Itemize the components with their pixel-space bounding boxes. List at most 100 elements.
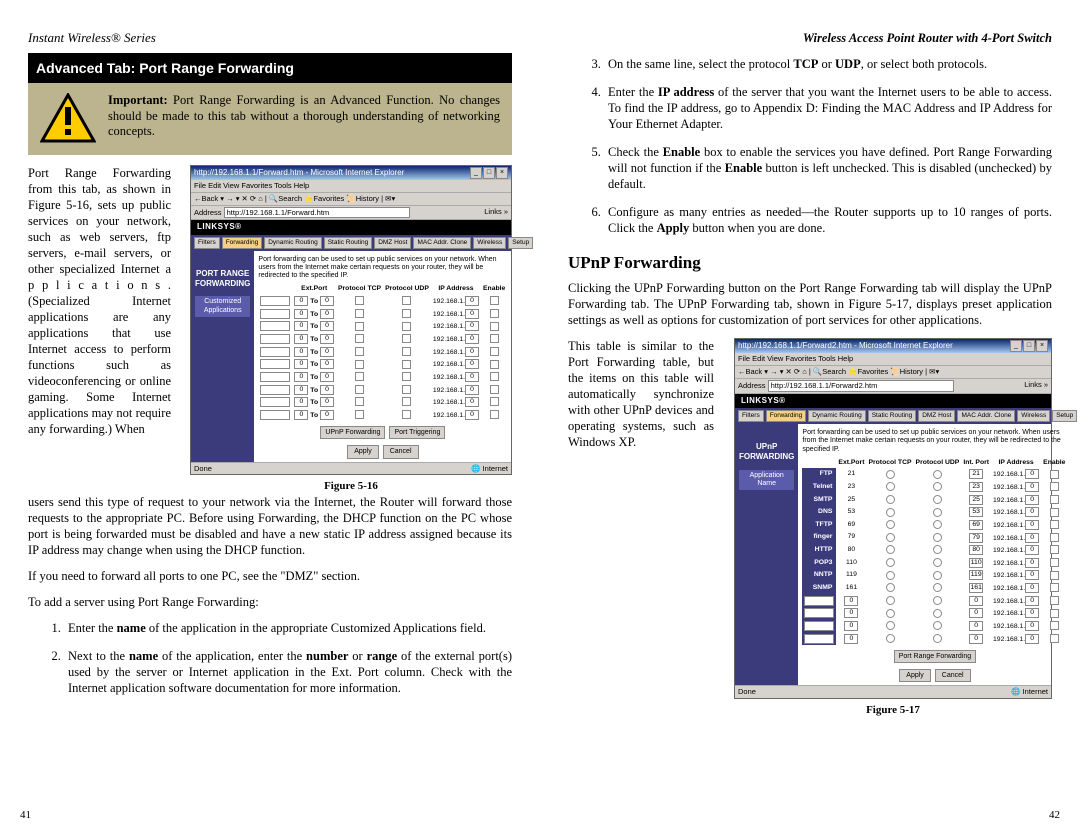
ie-toolbar[interactable]: ←Back ▾ → ▾ ✕ ⟳ ⌂ | 🔍Search ⭐Favorites 📜… — [735, 366, 1051, 379]
tcp-radio[interactable] — [886, 558, 895, 567]
tcp-checkbox[interactable] — [355, 410, 364, 419]
udp-radio[interactable] — [933, 533, 942, 542]
int-port-input[interactable]: 0 — [969, 634, 983, 644]
udp-checkbox[interactable] — [402, 322, 411, 331]
udp-radio[interactable] — [933, 596, 942, 605]
router-tab[interactable]: Filters — [738, 410, 764, 422]
udp-checkbox[interactable] — [402, 410, 411, 419]
int-port-input[interactable]: 161 — [969, 583, 983, 593]
app-name-input[interactable] — [260, 309, 290, 319]
cancel-button[interactable]: Cancel — [383, 445, 419, 458]
enable-checkbox[interactable] — [1050, 596, 1059, 605]
ip-suffix-input[interactable]: 0 — [465, 309, 479, 319]
tcp-checkbox[interactable] — [355, 347, 364, 356]
tcp-radio[interactable] — [886, 609, 895, 618]
app-name-input[interactable] — [260, 410, 290, 420]
tcp-radio[interactable] — [886, 634, 895, 643]
router-tab[interactable]: Forwarding — [222, 237, 263, 249]
ext-port-to[interactable]: 0 — [320, 410, 334, 420]
enable-checkbox[interactable] — [1050, 571, 1059, 580]
tcp-checkbox[interactable] — [355, 385, 364, 394]
udp-radio[interactable] — [933, 609, 942, 618]
router-tab[interactable]: Setup — [1052, 410, 1077, 422]
int-port-input[interactable]: 79 — [969, 533, 983, 543]
apply-button[interactable]: Apply — [347, 445, 379, 458]
ie-toolbar[interactable]: ←Back ▾ → ▾ ✕ ⟳ ⌂ | 🔍Search ⭐Favorites 📜… — [191, 193, 511, 206]
tcp-radio[interactable] — [886, 596, 895, 605]
address-input[interactable]: http://192.168.1.1/Forward2.htm — [768, 380, 954, 392]
int-port-input[interactable]: 25 — [969, 495, 983, 505]
app-name-input[interactable] — [804, 621, 834, 631]
tcp-radio[interactable] — [886, 545, 895, 554]
ip-suffix-input[interactable]: 0 — [1025, 608, 1039, 618]
udp-radio[interactable] — [933, 495, 942, 504]
udp-radio[interactable] — [933, 482, 942, 491]
minimize-icon[interactable]: _ — [1010, 340, 1022, 352]
router-tab[interactable]: Forwarding — [766, 410, 807, 422]
tcp-checkbox[interactable] — [355, 397, 364, 406]
enable-checkbox[interactable] — [490, 372, 499, 381]
int-port-input[interactable]: 110 — [969, 558, 983, 568]
udp-radio[interactable] — [933, 470, 942, 479]
ip-suffix-input[interactable]: 0 — [1025, 469, 1039, 479]
ext-port-from[interactable]: 0 — [294, 309, 308, 319]
ext-port-from[interactable]: 0 — [294, 296, 308, 306]
enable-checkbox[interactable] — [490, 296, 499, 305]
app-name-input[interactable] — [804, 596, 834, 606]
enable-checkbox[interactable] — [490, 397, 499, 406]
ext-port-to[interactable]: 0 — [320, 347, 334, 357]
ext-port-from[interactable]: 0 — [294, 372, 308, 382]
int-port-input[interactable]: 0 — [969, 621, 983, 631]
ext-port-from[interactable]: 0 — [294, 321, 308, 331]
router-tab[interactable]: Static Routing — [324, 237, 372, 249]
udp-radio[interactable] — [933, 621, 942, 630]
udp-checkbox[interactable] — [402, 372, 411, 381]
router-tab[interactable]: Dynamic Routing — [264, 237, 322, 249]
enable-checkbox[interactable] — [490, 334, 499, 343]
int-port-input[interactable]: 23 — [969, 482, 983, 492]
ext-port-from[interactable]: 0 — [294, 397, 308, 407]
enable-checkbox[interactable] — [490, 309, 499, 318]
ip-suffix-input[interactable]: 0 — [1025, 596, 1039, 606]
enable-checkbox[interactable] — [1050, 609, 1059, 618]
app-name-input[interactable] — [260, 372, 290, 382]
udp-radio[interactable] — [933, 545, 942, 554]
ie-menubar[interactable]: File Edit View Favorites Tools Help — [191, 180, 511, 193]
enable-checkbox[interactable] — [1050, 583, 1059, 592]
tcp-radio[interactable] — [886, 520, 895, 529]
tcp-checkbox[interactable] — [355, 309, 364, 318]
udp-radio[interactable] — [933, 634, 942, 643]
udp-checkbox[interactable] — [402, 360, 411, 369]
enable-checkbox[interactable] — [1050, 558, 1059, 567]
ext-port-from[interactable]: 0 — [294, 359, 308, 369]
ip-suffix-input[interactable]: 0 — [1025, 520, 1039, 530]
enable-checkbox[interactable] — [1050, 621, 1059, 630]
tcp-checkbox[interactable] — [355, 360, 364, 369]
enable-checkbox[interactable] — [490, 410, 499, 419]
tcp-radio[interactable] — [886, 621, 895, 630]
tcp-checkbox[interactable] — [355, 372, 364, 381]
ext-port-input[interactable]: 0 — [844, 621, 858, 631]
ip-suffix-input[interactable]: 0 — [1025, 507, 1039, 517]
sublink-button[interactable]: UPnP Forwarding — [320, 426, 385, 439]
enable-checkbox[interactable] — [1050, 470, 1059, 479]
ip-suffix-input[interactable]: 0 — [465, 334, 479, 344]
enable-checkbox[interactable] — [490, 385, 499, 394]
ip-suffix-input[interactable]: 0 — [1025, 634, 1039, 644]
enable-checkbox[interactable] — [1050, 533, 1059, 542]
int-port-input[interactable]: 69 — [969, 520, 983, 530]
enable-checkbox[interactable] — [1050, 495, 1059, 504]
app-name-input[interactable] — [260, 397, 290, 407]
udp-checkbox[interactable] — [402, 397, 411, 406]
int-port-input[interactable]: 0 — [969, 596, 983, 606]
int-port-input[interactable]: 53 — [969, 507, 983, 517]
enable-checkbox[interactable] — [490, 360, 499, 369]
ip-suffix-input[interactable]: 0 — [465, 385, 479, 395]
tcp-checkbox[interactable] — [355, 322, 364, 331]
ip-suffix-input[interactable]: 0 — [465, 359, 479, 369]
ext-port-input[interactable]: 0 — [844, 596, 858, 606]
ext-port-from[interactable]: 0 — [294, 347, 308, 357]
udp-radio[interactable] — [933, 583, 942, 592]
tcp-radio[interactable] — [886, 482, 895, 491]
app-name-input[interactable] — [260, 321, 290, 331]
